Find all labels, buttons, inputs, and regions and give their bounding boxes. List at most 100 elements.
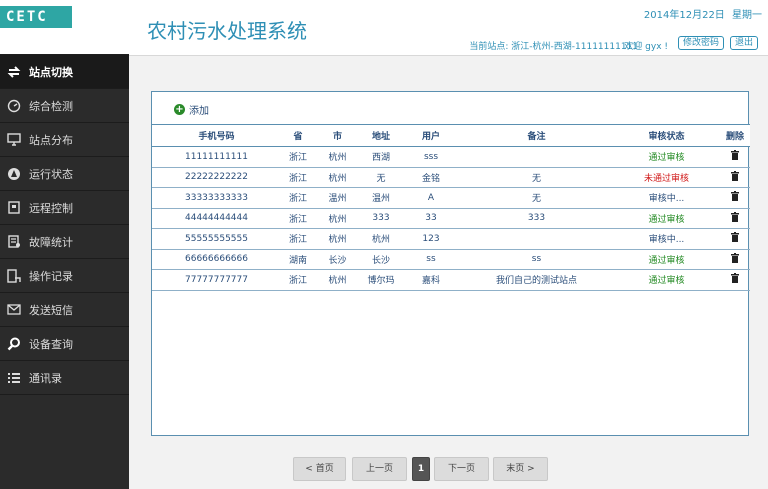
trash-icon[interactable] <box>731 191 739 204</box>
table-row: 55555555555 浙江 杭州 杭州 123 审核中... <box>152 228 750 250</box>
trash-icon[interactable] <box>731 150 739 163</box>
cell-status: 审核中... <box>613 187 720 209</box>
prev-page-button[interactable]: 上一页 <box>352 457 407 481</box>
sidebar-item-contacts[interactable]: 通讯录 <box>0 361 129 395</box>
sidebar-item-label: 综合检测 <box>29 99 73 113</box>
table-row: 22222222222 浙江 杭州 无 金铭 无 未通过审核 <box>152 167 750 188</box>
cell-phone: 66666666666 <box>152 249 281 270</box>
current-station: 当前站点: 浙江-杭州-西湖-11111111111 <box>469 42 638 52</box>
sidebar-item-device-query[interactable]: 设备查询 <box>0 327 129 361</box>
remote-icon <box>5 201 23 215</box>
cell-user: 123 <box>402 228 460 250</box>
swap-icon <box>5 65 23 79</box>
cell-province: 湖南 <box>281 249 315 270</box>
sidebar: CETC 站点切换 综合检测 站点分布 运行状态 远程控制 故障统计 操作记录 … <box>0 0 129 489</box>
col-header-province: 省 <box>281 124 315 147</box>
cell-status: 通过审核 <box>613 146 720 168</box>
date-text: 2014年12月22日 <box>643 10 725 21</box>
sidebar-nav: 站点切换 综合检测 站点分布 运行状态 远程控制 故障统计 操作记录 发送短信 … <box>0 55 129 395</box>
welcome-text: 欢迎 gyx ! <box>624 42 668 52</box>
search-icon <box>5 337 23 351</box>
table-row: 66666666666 湖南 长沙 长沙 ss ss 通过审核 <box>152 249 750 270</box>
col-header-status: 审核状态 <box>613 124 720 147</box>
monitor-icon <box>5 133 23 147</box>
cell-status: 通过审核 <box>613 269 720 291</box>
sidebar-item-comprehensive-detection[interactable]: 综合检测 <box>0 89 129 123</box>
cell-delete <box>720 146 750 168</box>
cell-note: 无 <box>460 187 613 209</box>
main-content: + 添加 手机号码 省 市 地址 用户 备注 审核状态 删除 111111111… <box>129 55 768 489</box>
cell-delete <box>720 167 750 188</box>
cell-phone: 44444444444 <box>152 208 281 229</box>
sidebar-item-running-status[interactable]: 运行状态 <box>0 157 129 191</box>
mail-icon <box>5 303 23 317</box>
trash-icon[interactable] <box>731 273 739 286</box>
cell-status: 通过审核 <box>613 249 720 270</box>
cell-province: 浙江 <box>281 208 315 229</box>
logout-button[interactable]: 退出 <box>729 36 758 50</box>
cell-address: 博尔玛 <box>360 269 402 291</box>
cell-user: 33 <box>402 208 460 229</box>
sidebar-item-fault-statistics[interactable]: 故障统计 <box>0 225 129 259</box>
trash-icon[interactable] <box>731 232 739 245</box>
table-header-row: 手机号码 省 市 地址 用户 备注 审核状态 删除 <box>152 124 750 147</box>
record-icon <box>5 268 23 283</box>
cell-delete <box>720 228 750 250</box>
cell-status: 未通过审核 <box>613 167 720 188</box>
cell-user: ss <box>402 249 460 270</box>
gauge-icon <box>5 99 23 113</box>
table-row: 11111111111 浙江 杭州 西湖 sss 通过审核 <box>152 146 750 168</box>
cell-note: ss <box>460 249 613 270</box>
cell-user: 嘉科 <box>402 269 460 291</box>
cell-phone: 33333333333 <box>152 187 281 209</box>
cell-city: 温州 <box>315 187 360 209</box>
sidebar-item-label: 设备查询 <box>29 337 73 351</box>
sidebar-item-remote-control[interactable]: 远程控制 <box>0 191 129 225</box>
cell-province: 浙江 <box>281 167 315 188</box>
col-header-delete: 删除 <box>720 124 750 147</box>
cell-city: 杭州 <box>315 146 360 168</box>
cell-address: 杭州 <box>360 228 402 250</box>
cell-province: 浙江 <box>281 187 315 209</box>
user-circle-icon <box>5 167 23 181</box>
trash-icon[interactable] <box>731 170 739 184</box>
change-password-button[interactable]: 修改密码 <box>677 36 724 50</box>
trash-icon[interactable] <box>731 211 739 225</box>
add-label: 添加 <box>189 106 209 117</box>
table-row: 44444444444 浙江 杭州 333 33 333 通过审核 <box>152 208 750 229</box>
station-table-panel: + 添加 手机号码 省 市 地址 用户 备注 审核状态 删除 111111111… <box>151 91 750 436</box>
cell-province: 浙江 <box>281 146 315 168</box>
first-page-button[interactable]: < 首页 <box>293 457 346 481</box>
cell-phone: 22222222222 <box>152 167 281 188</box>
station-table: 手机号码 省 市 地址 用户 备注 审核状态 删除 11111111111 浙江 <box>152 124 750 291</box>
cell-address: 333 <box>360 208 402 229</box>
trash-icon[interactable] <box>731 252 739 266</box>
add-button[interactable]: + 添加 <box>174 102 209 117</box>
cell-address: 长沙 <box>360 249 402 270</box>
last-page-button[interactable]: 末页 > <box>493 457 548 481</box>
sidebar-item-station-distribution[interactable]: 站点分布 <box>0 123 129 157</box>
cell-user: A <box>402 187 460 209</box>
sidebar-item-send-sms[interactable]: 发送短信 <box>0 293 129 327</box>
sidebar-item-label: 站点切换 <box>29 65 73 79</box>
cell-user: sss <box>402 146 460 168</box>
sidebar-item-station-switch[interactable]: 站点切换 <box>0 55 129 89</box>
cell-user: 金铭 <box>402 167 460 188</box>
cell-delete <box>720 269 750 291</box>
next-page-button[interactable]: 下一页 <box>434 457 489 481</box>
sidebar-item-operation-record[interactable]: 操作记录 <box>0 259 129 293</box>
col-header-address: 地址 <box>360 124 402 147</box>
cell-note: 333 <box>460 208 613 229</box>
cell-city: 杭州 <box>315 269 360 291</box>
cell-province: 浙江 <box>281 269 315 291</box>
cell-status: 通过审核 <box>613 208 720 229</box>
cell-city: 杭州 <box>315 167 360 188</box>
app-window: CETC 站点切换 综合检测 站点分布 运行状态 远程控制 故障统计 操作记录 … <box>0 0 768 489</box>
sidebar-item-label: 运行状态 <box>29 167 73 181</box>
col-header-user: 用户 <box>402 124 460 147</box>
date-display: 2014年12月22日 星期一 <box>644 6 762 21</box>
sidebar-item-label: 发送短信 <box>29 303 73 317</box>
plus-icon: + <box>174 104 185 115</box>
sidebar-item-label: 远程控制 <box>29 201 73 215</box>
page-number-button[interactable]: 1 <box>412 457 430 481</box>
